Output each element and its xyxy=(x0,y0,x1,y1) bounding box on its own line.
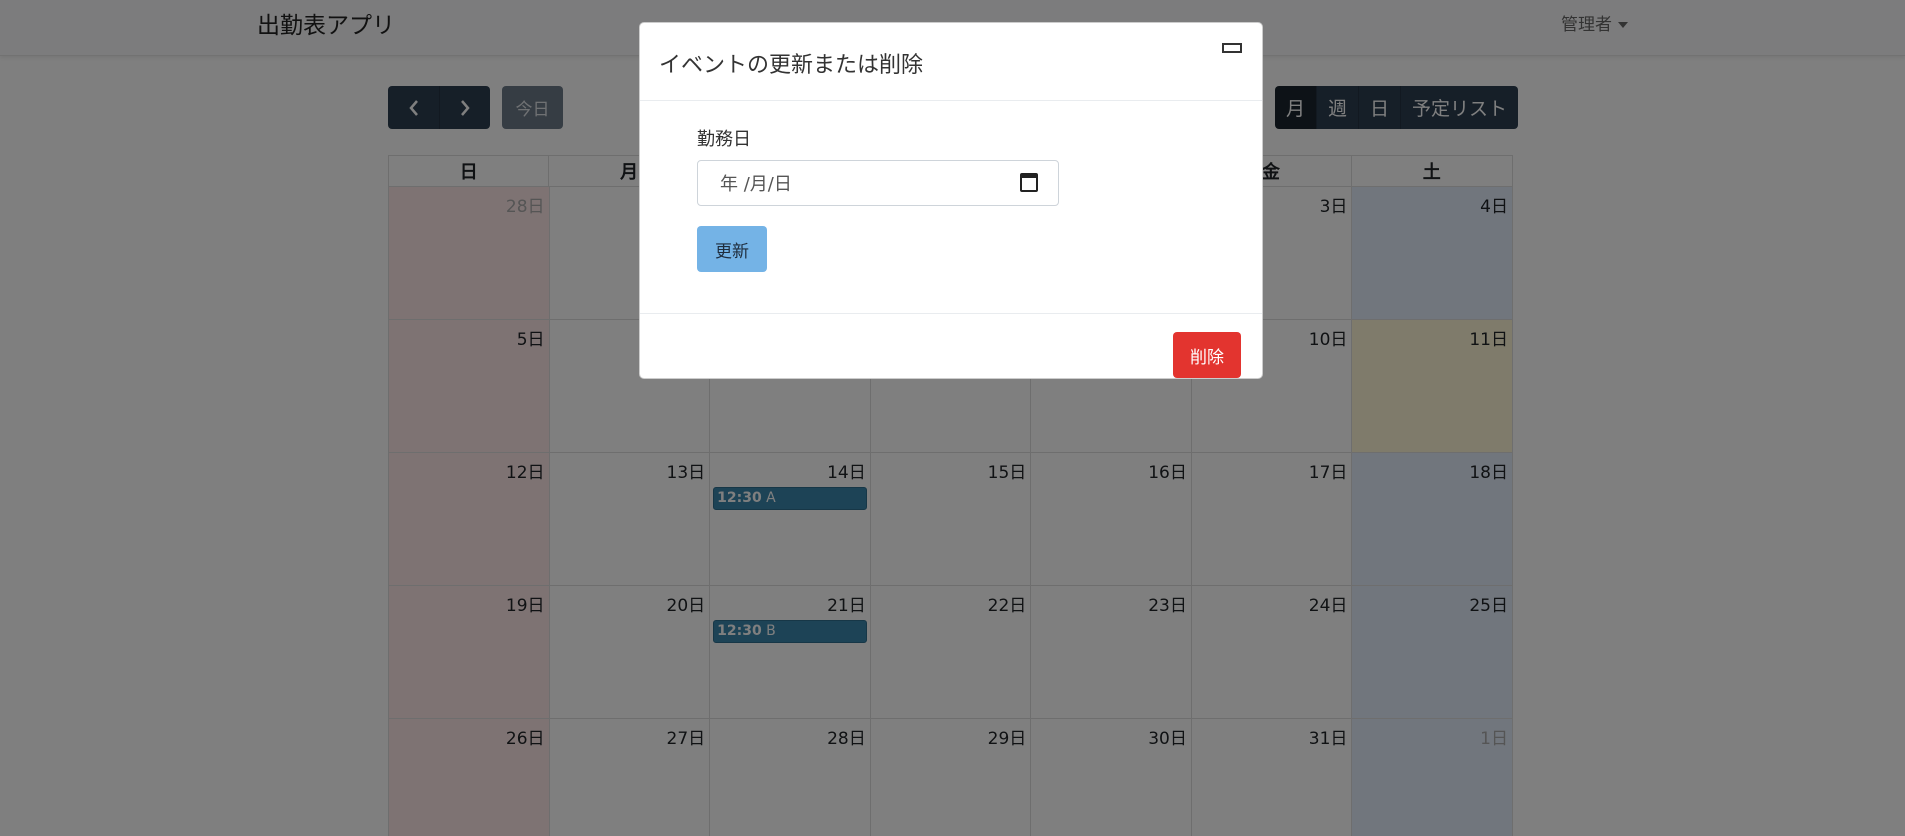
modal-body: 勤務日 年 /月/日 更新 xyxy=(640,101,1262,314)
modal-footer: 削除 xyxy=(640,314,1262,378)
modal-header: イベントの更新または削除 xyxy=(640,23,1262,101)
date-placeholder: 年 /月/日 xyxy=(720,174,792,195)
work-date-label: 勤務日 xyxy=(697,129,751,150)
update-button[interactable]: 更新 xyxy=(697,226,767,272)
close-icon[interactable] xyxy=(1222,43,1242,53)
work-date-input[interactable]: 年 /月/日 xyxy=(697,160,1059,206)
event-modal: イベントの更新または削除 勤務日 年 /月/日 更新 削除 xyxy=(639,22,1263,379)
modal-title: イベントの更新または削除 xyxy=(659,53,924,78)
delete-button[interactable]: 削除 xyxy=(1173,332,1241,378)
calendar-icon[interactable] xyxy=(1020,173,1038,192)
